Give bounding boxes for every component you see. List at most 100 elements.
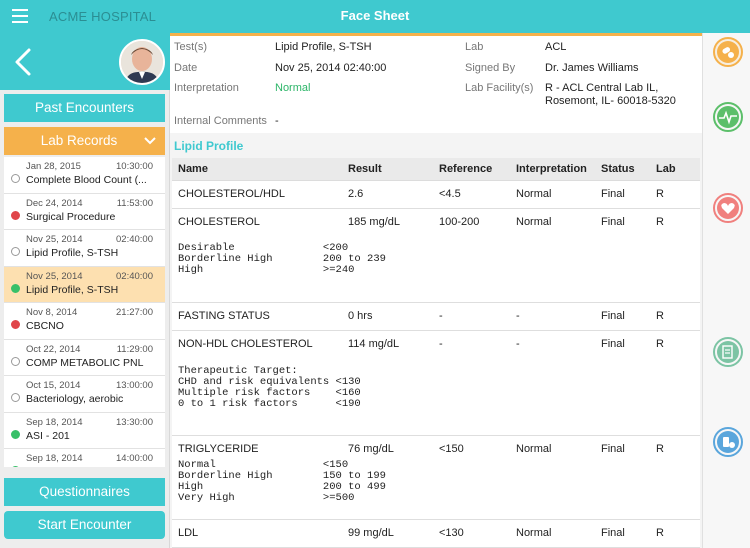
lab-record-item[interactable]: Nov 8, 2014 21:27:00 CBCNO (4, 303, 165, 340)
date-value: Nov 25, 2014 02:40:00 (275, 62, 387, 74)
past-encounters-button[interactable]: Past Encounters (4, 94, 165, 122)
cell-result: 0 hrs (348, 310, 373, 322)
record-date: Sep 18, 2014 (26, 453, 83, 464)
table-row[interactable]: CHOLESTEROL 185 mg/dL 100-200 Normal Fin… (172, 209, 700, 303)
lab-record-item[interactable]: Oct 15, 2014 13:00:00 Bacteriology, aero… (4, 376, 165, 413)
cell-lab: R (656, 443, 664, 455)
lab-record-item[interactable]: Nov 25, 2014 02:40:00 Lipid Profile, S-T… (4, 230, 165, 267)
lab-records-button[interactable]: Lab Records (4, 127, 165, 155)
internal-comments-label: Internal Comments (174, 115, 267, 127)
top-bar: ACME HOSPITAL Face Sheet (0, 0, 750, 33)
lab-records-list[interactable]: Jan 28, 2015 10:30:00 Complete Blood Cou… (4, 157, 165, 467)
main-content: Test(s) Lipid Profile, S-TSH Date Nov 25… (170, 36, 702, 548)
cell-lab: R (656, 188, 664, 200)
page-title: Face Sheet (340, 8, 410, 23)
date-label: Date (174, 62, 198, 74)
cell-reference: 100-200 (439, 216, 480, 228)
vitals-icon[interactable] (713, 102, 743, 132)
results-table: Name Result Reference Interpretation Sta… (172, 158, 700, 548)
cell-lab: R (656, 338, 664, 350)
back-chevron-icon[interactable] (12, 47, 34, 77)
lab-record-item-selected[interactable]: Nov 25, 2014 02:40:00 Lipid Profile, S-T… (4, 266, 165, 303)
start-encounter-button[interactable]: Start Encounter (4, 511, 165, 539)
lab-facility-label: Lab Facility(s) (465, 82, 534, 94)
cell-status: Final (601, 527, 625, 539)
record-date: Dec 24, 2014 (26, 197, 83, 209)
table-row[interactable]: LDL 99 mg/dL <130 Normal Final R (172, 520, 700, 548)
record-time: 10:30:00 (116, 161, 153, 172)
record-name: ASI - 201 (26, 429, 70, 442)
notes-icon[interactable] (713, 337, 743, 367)
pulse-glyph-icon (717, 106, 739, 128)
lab-record-item[interactable]: Dec 24, 2014 11:53:00 Surgical Procedure (4, 193, 165, 230)
heart-icon[interactable] (713, 193, 743, 223)
cell-interpretation: - (516, 338, 520, 350)
status-dot (11, 247, 20, 256)
record-name: CBCNO (26, 320, 64, 332)
col-interpretation: Interpretation (516, 163, 587, 175)
status-dot (11, 429, 20, 439)
cell-reference: - (439, 338, 443, 350)
record-time: 13:00:00 (116, 380, 153, 391)
record-time: 21:27:00 (116, 307, 153, 318)
status-dot (11, 393, 20, 402)
questionnaires-button[interactable]: Questionnaires (4, 478, 165, 506)
record-date: Oct 22, 2014 (26, 343, 81, 355)
pills-icon[interactable] (713, 37, 743, 67)
record-time: 11:29:00 (116, 343, 153, 355)
right-rail (702, 33, 750, 548)
patient-avatar[interactable] (119, 39, 165, 85)
col-result: Result (348, 163, 382, 175)
lab-record-item[interactable]: Sep 18, 2014 13:30:00 ASI - 201 (4, 412, 165, 449)
cell-result: 76 mg/dL (348, 443, 394, 455)
medication-icon[interactable] (713, 427, 743, 457)
cell-status: Final (601, 188, 625, 200)
signed-by-value: Dr. James Williams (545, 62, 639, 74)
record-date: Nov 8, 2014 (26, 307, 78, 318)
lab-record-item[interactable]: Sep 18, 2014 14:00:00 (4, 449, 165, 467)
internal-comments-value: - (275, 115, 279, 127)
record-time: 02:40:00 (116, 270, 153, 282)
record-date: Jan 28, 2015 (26, 161, 81, 172)
cell-result: 185 mg/dL (348, 216, 400, 228)
sidebar: Past Encounters Lab Records Jan 28, 2015… (0, 33, 170, 548)
notes-glyph-icon (717, 341, 739, 363)
cell-name: LDL (178, 527, 199, 539)
section-title: Lipid Profile (174, 139, 244, 153)
lab-record-info: Test(s) Lipid Profile, S-TSH Date Nov 25… (170, 36, 702, 133)
patient-header (0, 33, 170, 90)
cell-status: Final (601, 310, 625, 322)
record-name: Complete Blood Count (... (26, 174, 147, 186)
col-lab: Lab (656, 163, 676, 175)
cell-lab: R (656, 216, 664, 228)
record-time: 11:53:00 (116, 197, 153, 209)
lab-record-item[interactable]: Oct 22, 2014 11:29:00 COMP METABOLIC PNL (4, 339, 165, 376)
table-row[interactable]: TRIGLYCERIDE 76 mg/dL <150 Normal Final … (172, 436, 700, 520)
table-row[interactable]: NON-HDL CHOLESTEROL 114 mg/dL - - Final … (172, 331, 700, 436)
cell-lab: R (656, 310, 664, 322)
lab-record-item[interactable]: Jan 28, 2015 10:30:00 Complete Blood Cou… (4, 157, 165, 194)
record-name: Lipid Profile, S-TSH (26, 247, 119, 259)
lab-label: Lab (465, 41, 484, 53)
col-reference: Reference (439, 163, 493, 175)
table-row[interactable]: CHOLESTEROL/HDL 2.6 <4.5 Normal Final R (172, 181, 700, 209)
tests-value: Lipid Profile, S-TSH (275, 41, 372, 53)
reference-note: Desirable <200 Borderline High 200 to 23… (178, 242, 386, 276)
cell-interpretation: Normal (516, 216, 552, 228)
status-dot (11, 283, 20, 293)
cell-lab: R (656, 527, 664, 539)
record-name: Surgical Procedure (26, 210, 116, 223)
reference-note: Normal <150 Borderline High 150 to 199 H… (178, 459, 386, 504)
cell-name: TRIGLYCERIDE (178, 443, 259, 455)
table-header: Name Result Reference Interpretation Sta… (172, 158, 700, 181)
cell-reference: <130 (439, 527, 464, 539)
status-dot (11, 320, 20, 329)
table-row[interactable]: FASTING STATUS 0 hrs - - Final R (172, 303, 700, 331)
cell-reference: <150 (439, 443, 464, 455)
cell-reference: - (439, 310, 443, 322)
interpretation-value: Normal (275, 82, 311, 94)
lab-facility-line2: Rosemont, IL- 60018-5320 (545, 95, 676, 107)
cell-name: CHOLESTEROL (178, 216, 260, 228)
cell-interpretation: Normal (516, 527, 552, 539)
avatar-photo-icon (121, 41, 163, 83)
